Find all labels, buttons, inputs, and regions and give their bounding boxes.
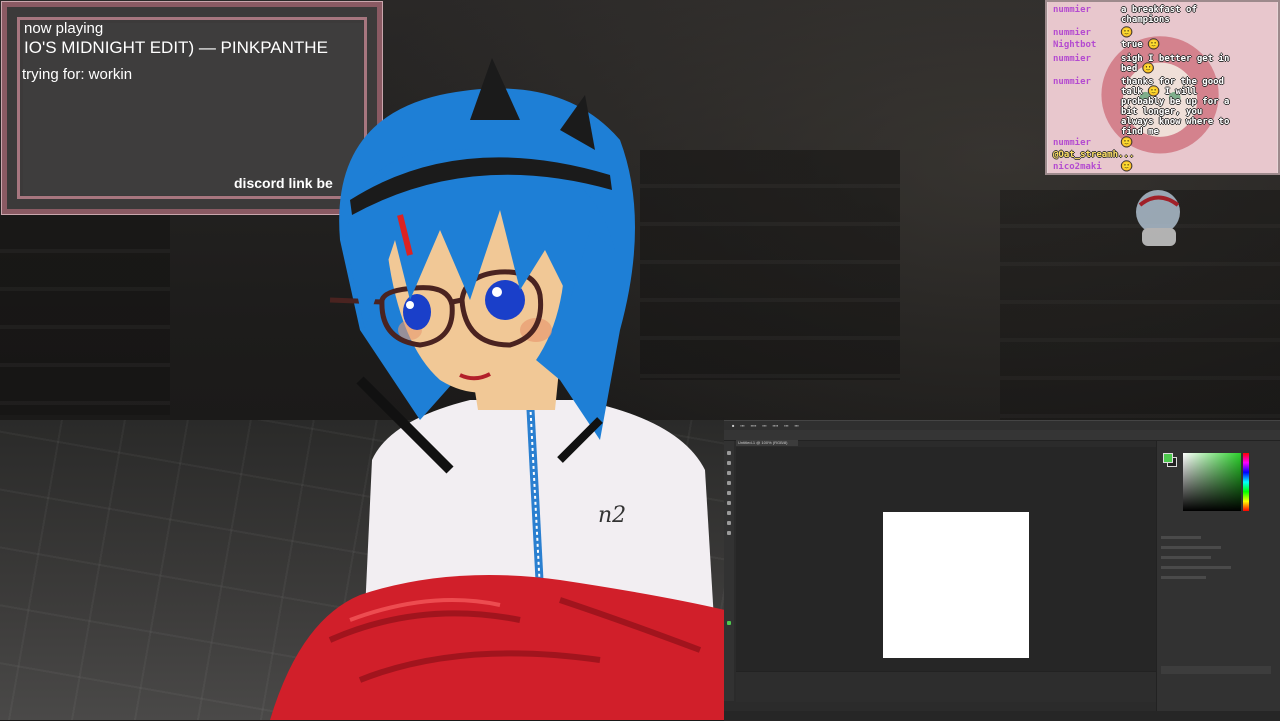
chat-text: 🙂: [1121, 28, 1133, 38]
chat-text: sigh I better get in bed 🙂: [1121, 54, 1230, 74]
menu-item[interactable]: ▪▪▪▪: [773, 423, 779, 428]
type-tool-icon[interactable]: [727, 511, 731, 515]
properties-panel-row: [1161, 556, 1211, 559]
chat-message: nummier sigh I better get in bed 🙂: [1053, 54, 1278, 74]
chibi-sticker: [1136, 190, 1180, 246]
menu-item[interactable]: ▪▪▪▪: [751, 423, 757, 428]
properties-panel-row: [1161, 576, 1206, 579]
chat-message: Nightbot true 🙂: [1053, 40, 1278, 50]
avatar-eye-left: [403, 294, 431, 330]
crop-tool-icon[interactable]: [727, 481, 731, 485]
photoshop-canvas-area[interactable]: [736, 447, 1156, 691]
document-tab[interactable]: Untitled-1 @ 100% (RGB/8): [736, 440, 798, 446]
foreground-swatch[interactable]: [1163, 453, 1173, 463]
chat-text: 🙂: [1121, 162, 1133, 172]
chat-text: a breakfast of champions: [1121, 5, 1197, 25]
hand-tool-icon[interactable]: [727, 521, 731, 525]
chat-overlay: nummier a breakfast of champions nummier…: [1045, 0, 1280, 175]
eraser-tool-icon[interactable]: [727, 501, 731, 505]
ps-logo-icon[interactable]: ■: [732, 423, 734, 428]
chat-username: nummier: [1053, 28, 1091, 38]
chat-username: nummier: [1053, 77, 1091, 87]
photoshop-menubar[interactable]: ■ ▪▪▪ ▪▪▪▪ ▪▪▪ ▪▪▪▪ ▪▪▪ ▪▪▪: [724, 421, 1280, 430]
properties-panel-row: [1161, 536, 1201, 539]
photoshop-toolbar[interactable]: [724, 441, 734, 701]
photoshop-panels[interactable]: [1156, 441, 1280, 721]
avatar-blanket: [270, 575, 725, 720]
chat-message: nummier thanks for the good talk 🙂 I wil…: [1053, 77, 1278, 137]
hue-slider[interactable]: [1243, 453, 1249, 511]
chat-message: nummier 🙂: [1053, 28, 1278, 38]
chat-text: true 🙂: [1121, 40, 1160, 50]
chat-username: Nightbot: [1053, 40, 1097, 50]
menu-item[interactable]: ▪▪▪: [784, 423, 788, 428]
chat-username: nummier: [1053, 54, 1091, 64]
chat-text: thanks for the good talk 🙂 I will probab…: [1121, 77, 1230, 137]
timeline-panel[interactable]: [736, 671, 1156, 702]
properties-panel-row: [1161, 566, 1231, 569]
layers-panel-row[interactable]: [1161, 666, 1271, 674]
marquee-tool-icon[interactable]: [727, 461, 731, 465]
menu-item[interactable]: ▪▪▪: [795, 423, 799, 428]
properties-panel-row: [1161, 546, 1221, 549]
menu-item[interactable]: ▪▪▪: [762, 423, 766, 428]
chat-username: nummier: [1053, 5, 1091, 15]
chat-message: @Oat_streamh...: [1053, 150, 1278, 160]
chat-message: nummier a breakfast of champions: [1053, 5, 1278, 25]
zoom-tool-icon[interactable]: [727, 531, 731, 535]
chat-message: nummier 🙂: [1053, 138, 1278, 148]
chat-text: 🙂: [1121, 138, 1133, 148]
photoshop-options-bar[interactable]: [724, 430, 1280, 441]
move-tool-icon[interactable]: [727, 451, 731, 455]
photoshop-window[interactable]: ■ ▪▪▪ ▪▪▪▪ ▪▪▪ ▪▪▪▪ ▪▪▪ ▪▪▪ Untitled-1 @…: [724, 420, 1280, 721]
chat-message: nico2maki 🙂: [1053, 162, 1278, 172]
jacket-logo: n2: [598, 503, 626, 528]
chat-username: nico2maki: [1053, 162, 1102, 172]
chat-text: @Oat_streamh...: [1053, 150, 1135, 160]
color-picker-field[interactable]: [1183, 453, 1241, 511]
chat-username: nummier: [1053, 138, 1091, 148]
document-canvas[interactable]: [883, 512, 1029, 658]
brush-tool-icon[interactable]: [727, 491, 731, 495]
foreground-color-icon[interactable]: [727, 621, 731, 625]
lasso-tool-icon[interactable]: [727, 471, 731, 475]
menu-item[interactable]: ▪▪▪: [740, 423, 744, 428]
